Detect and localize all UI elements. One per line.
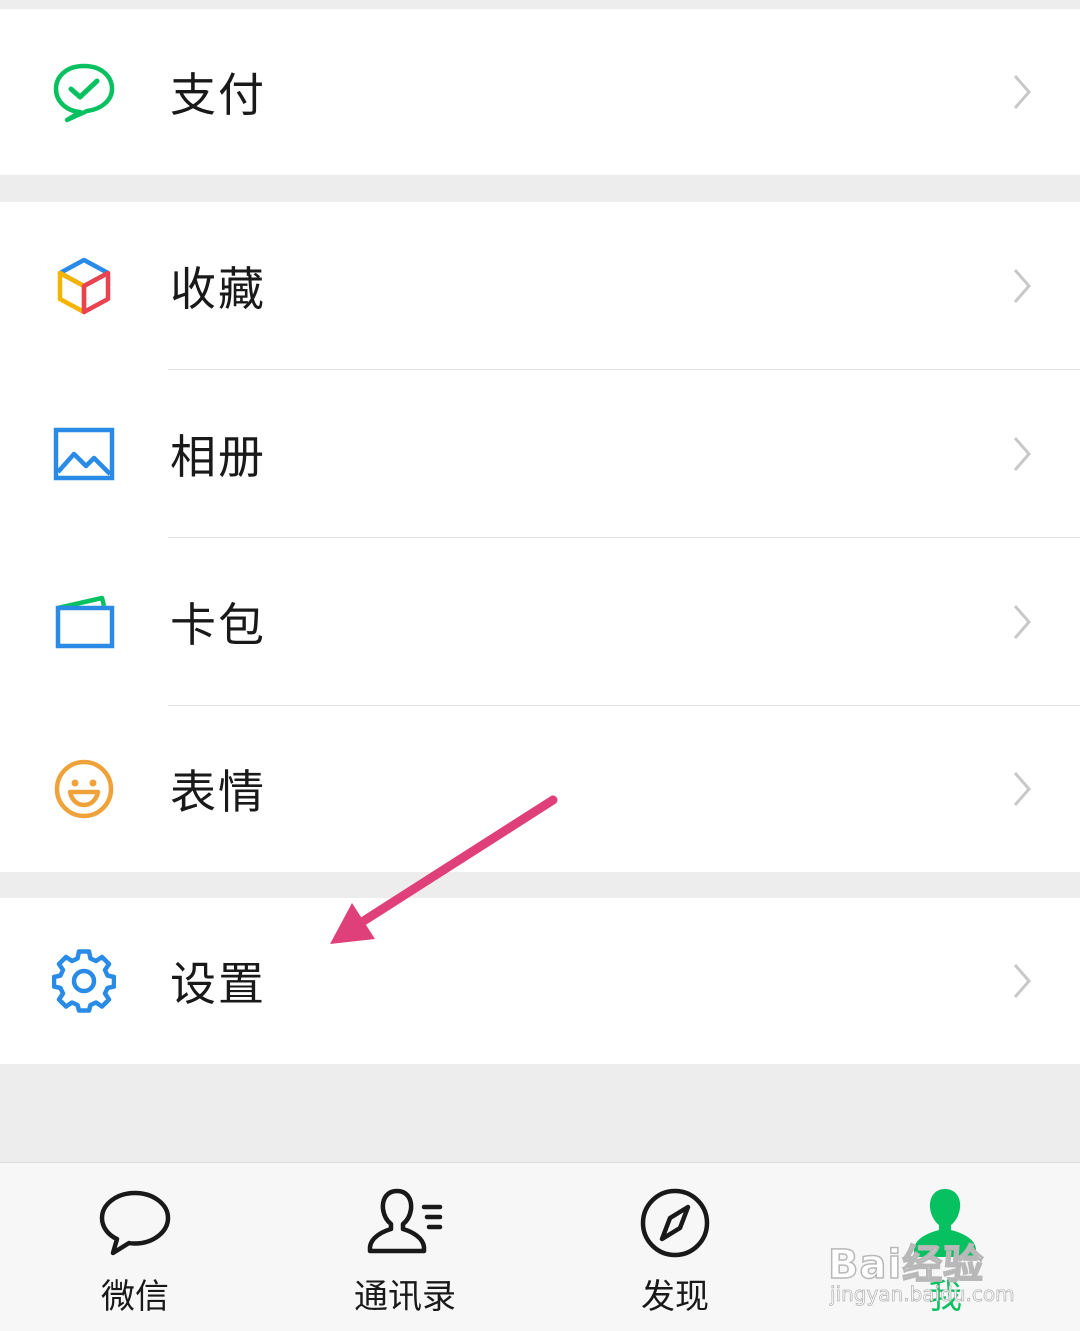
tab-discover-label: 发现 [641,1277,709,1317]
menu-item-cards-label: 卡包 [170,598,266,652]
menu-item-album[interactable]: 相册 [0,370,1080,538]
chevron-right-icon [1012,770,1032,808]
card-wallet-icon [52,590,116,654]
menu-item-cards[interactable]: 卡包 [0,538,1080,706]
menu-item-stickers-label: 表情 [170,765,266,819]
menu-group-pay: 支付 [0,9,1080,175]
tab-contacts-label: 通讯录 [354,1277,456,1317]
tab-chats-label: 微信 [101,1277,169,1317]
menu-item-pay[interactable]: 支付 [0,9,1080,175]
contacts-icon [367,1185,443,1261]
tab-me[interactable]: 我 [810,1163,1080,1331]
tab-me-label: 我 [928,1277,962,1317]
menu-item-settings[interactable]: 设置 [0,898,1080,1064]
menu-item-settings-label: 设置 [170,957,266,1011]
chevron-right-icon [1012,603,1032,641]
smiley-icon [52,757,116,821]
menu-item-pay-label: 支付 [170,68,266,122]
chevron-right-icon [1012,962,1032,1000]
menu-item-favorites[interactable]: 收藏 [0,202,1080,370]
chevron-right-icon [1012,435,1032,473]
menu-item-favorites-label: 收藏 [170,262,266,316]
menu-group-settings: 设置 [0,898,1080,1064]
chevron-right-icon [1012,73,1032,111]
gear-icon [52,949,116,1013]
menu-item-album-label: 相册 [170,430,266,484]
chevron-right-icon [1012,267,1032,305]
tab-contacts[interactable]: 通讯录 [270,1163,540,1331]
album-picture-icon [52,422,116,486]
menu-group-services: 收藏 相册 卡包 表情 [0,202,1080,872]
tab-chats[interactable]: 微信 [0,1163,270,1331]
compass-icon [637,1185,713,1261]
tab-discover[interactable]: 发现 [540,1163,810,1331]
wechat-pay-icon [52,60,116,124]
favorites-cube-icon [52,254,116,318]
menu-item-stickers[interactable]: 表情 [0,706,1080,872]
person-icon [907,1185,983,1261]
bottom-tab-bar: 微信 通讯录 发现 我 [0,1162,1080,1331]
chat-bubble-icon [97,1185,173,1261]
